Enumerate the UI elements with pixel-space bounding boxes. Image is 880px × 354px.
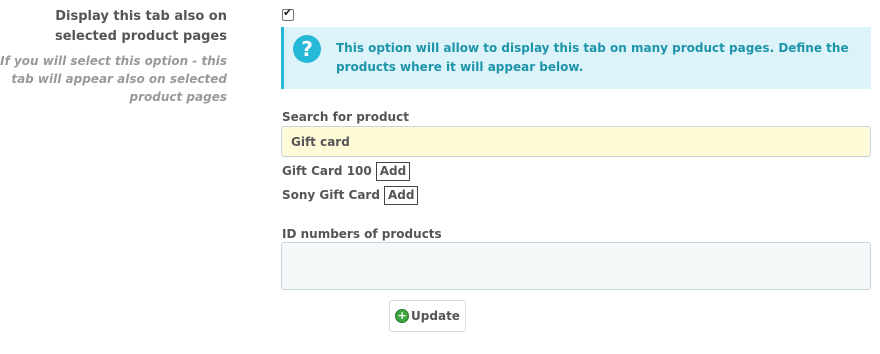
- search-result-item: Gift Card 100 Add: [282, 161, 411, 181]
- display-on-selected-checkbox[interactable]: ✔: [282, 6, 294, 21]
- id-numbers-label: ID numbers of products: [282, 227, 442, 241]
- result-name: Gift Card 100: [282, 164, 372, 178]
- option-help-text: If you will select this option - this ta…: [0, 54, 227, 104]
- info-alert: ? This option will allow to display this…: [281, 27, 871, 89]
- option-label-column: Display this tab also on selected produc…: [0, 7, 227, 106]
- info-text: This option will allow to display this t…: [336, 41, 849, 74]
- update-button[interactable]: + Update: [389, 300, 466, 332]
- id-numbers-field[interactable]: [281, 242, 871, 290]
- checkmark-icon: ✔: [283, 6, 293, 19]
- result-name: Sony Gift Card: [282, 188, 380, 202]
- plus-circle-icon: +: [395, 309, 410, 323]
- option-label: Display this tab also on selected produc…: [55, 9, 227, 44]
- question-icon: ?: [293, 35, 321, 63]
- add-product-button[interactable]: Add: [383, 185, 419, 205]
- search-input[interactable]: [281, 126, 871, 157]
- search-label: Search for product: [282, 110, 409, 124]
- search-result-item: Sony Gift Card Add: [282, 185, 419, 205]
- add-product-button[interactable]: Add: [375, 161, 411, 181]
- update-label: Update: [411, 309, 460, 323]
